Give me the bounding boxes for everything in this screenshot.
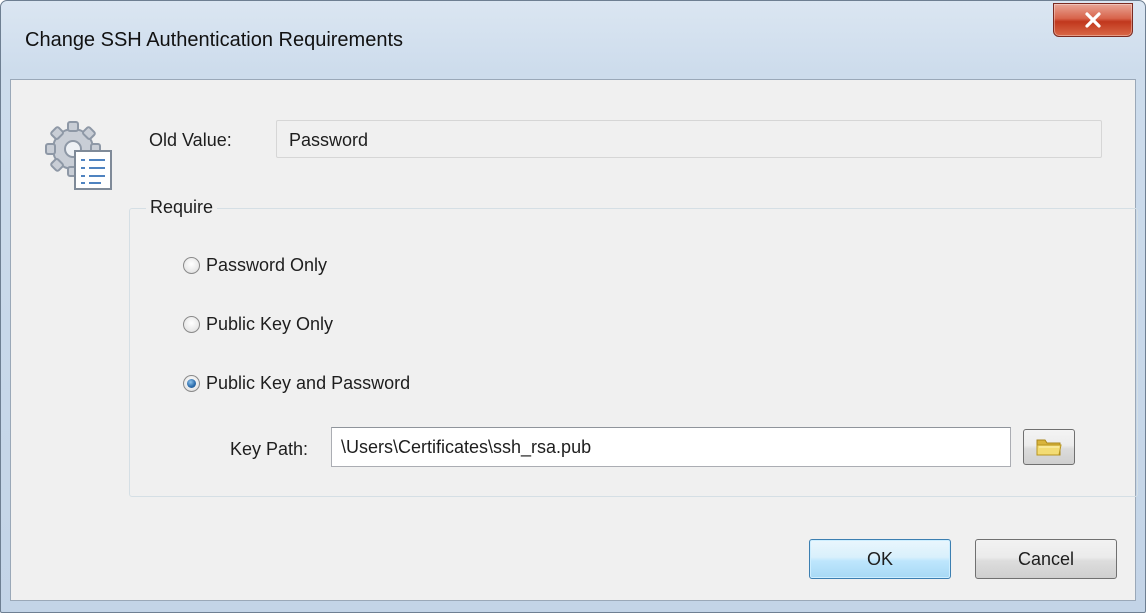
dialog-body: Old Value: Password Require Password Onl…	[10, 79, 1138, 601]
radio-button[interactable]	[183, 316, 200, 333]
key-path-label: Key Path:	[230, 439, 309, 459]
old-value-field: Password	[276, 120, 1102, 158]
radio-button[interactable]	[183, 257, 200, 274]
radio-public-key-only[interactable]: Public Key Only	[183, 314, 333, 335]
title-bar[interactable]: Change SSH Authentication Requirements	[1, 1, 1145, 79]
cancel-button[interactable]: Cancel	[975, 539, 1117, 579]
ok-button[interactable]: OK	[809, 539, 951, 579]
radio-label: Public Key Only	[206, 314, 334, 334]
browse-button[interactable]	[1023, 429, 1075, 465]
folder-icon	[1036, 439, 1062, 456]
require-group-legend: Require	[146, 197, 218, 218]
require-group: Require Password Only Public Key Only Pu…	[129, 197, 1138, 497]
radio-public-key-and-password[interactable]: Public Key and Password	[183, 373, 410, 394]
radio-label: Public Key and Password	[206, 373, 411, 393]
radio-label: Password Only	[206, 255, 328, 275]
radio-button-selected[interactable]	[183, 375, 200, 392]
settings-document-icon	[45, 119, 119, 193]
old-value-label: Old Value:	[149, 130, 232, 150]
radio-password-only[interactable]: Password Only	[183, 255, 327, 276]
close-icon	[1085, 12, 1101, 28]
window-title: Change SSH Authentication Requirements	[25, 29, 404, 51]
close-button[interactable]	[1053, 3, 1133, 37]
key-path-input[interactable]: \Users\Certificates\ssh_rsa.pub	[331, 427, 1011, 467]
dialog-window: Change SSH Authentication Requirements O…	[0, 0, 1146, 613]
